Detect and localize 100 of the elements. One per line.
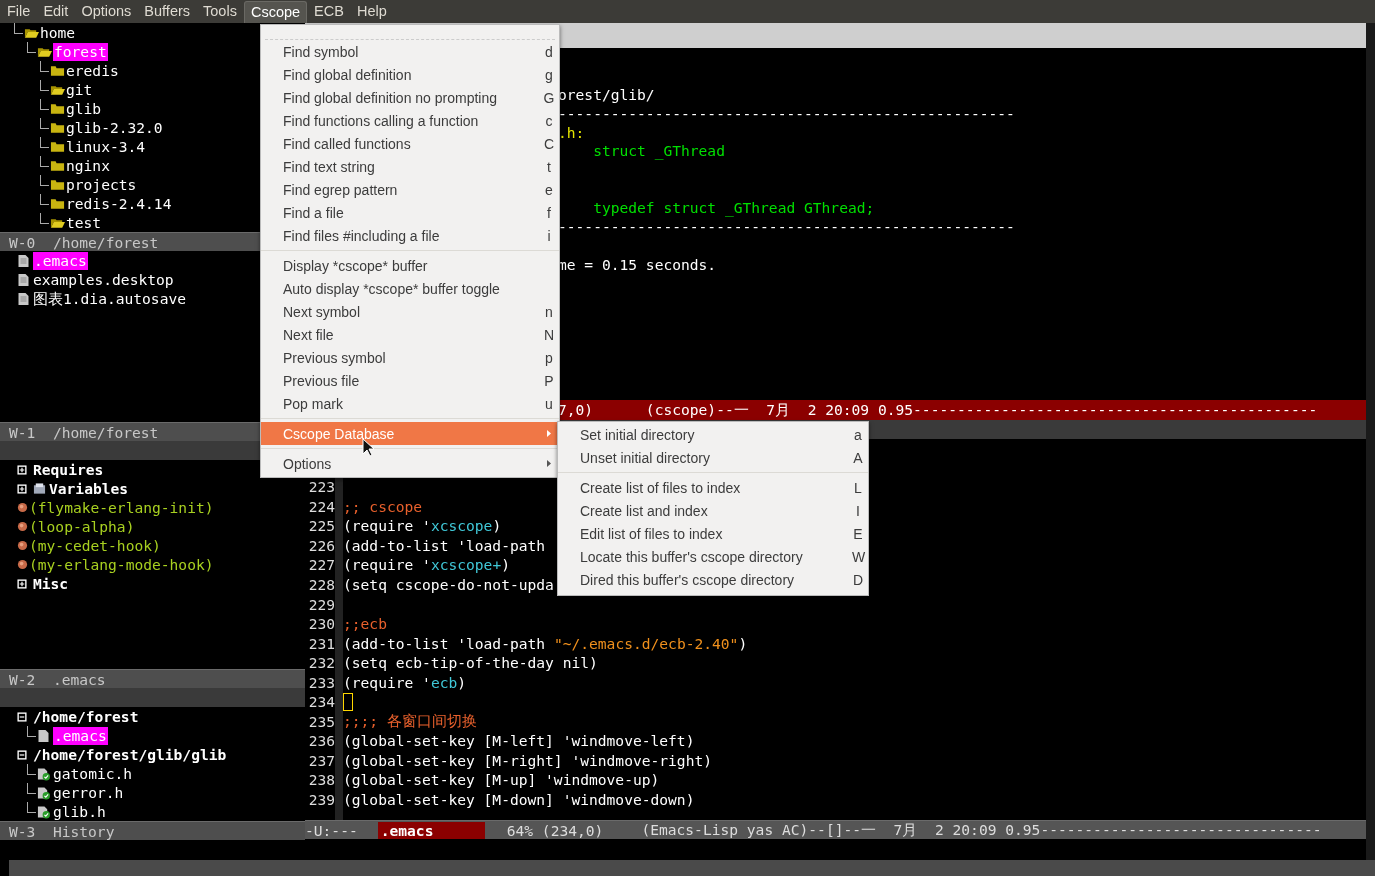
- menu-item[interactable]: Pop mark u: [261, 392, 559, 415]
- folder-name[interactable]: redis-2.4.14: [66, 194, 172, 213]
- method-name[interactable]: Variables: [49, 479, 129, 498]
- code-text: ;; cscope: [343, 497, 423, 515]
- history-entry[interactable]: /home/forest: [33, 707, 139, 726]
- code-text: (setq cscope-do-not-upda: [343, 576, 554, 593]
- code-text: (add-to-list 'load-path: [343, 536, 546, 554]
- folder-name[interactable]: glib-2.32.0: [66, 118, 163, 137]
- line-number: 239: [307, 791, 335, 808]
- menu-item[interactable]: Find a file f: [261, 201, 559, 224]
- folder-name[interactable]: linux-3.4: [66, 137, 146, 156]
- expand-icon[interactable]: [17, 578, 27, 589]
- code-text: (global-set-key [M-up] 'windmove-up): [343, 771, 660, 789]
- menu-item[interactable]: Previous symbol p: [261, 346, 559, 369]
- folder-name[interactable]: home: [40, 23, 76, 42]
- method-name[interactable]: Requires: [33, 460, 104, 479]
- code-text: xcscope: [430, 517, 493, 535]
- folder-icon: [50, 64, 65, 77]
- method-name[interactable]: (flymake-erlang-init): [29, 498, 214, 517]
- menu-item[interactable]: Next file N: [261, 323, 559, 346]
- mode-line-text: 7,0) (cscope)--一 7月 2 20:09 0.95----------------------------------------------: [558, 400, 1318, 420]
- code-text: ecb: [430, 673, 458, 691]
- menu-item[interactable]: Create list and index I: [558, 499, 868, 522]
- line-number: 225: [307, 517, 335, 535]
- file-icon: [17, 253, 30, 268]
- code-text: "~/.emacs.d/ecb-2.40": [553, 634, 739, 652]
- mode-line-text: W-3 History: [9, 822, 115, 840]
- method-bullet-icon: [17, 502, 28, 513]
- code-text: typedef struct _GThread GThread;: [592, 199, 875, 217]
- menu-bar-item[interactable]: Options: [75, 1, 138, 22]
- code-text: (global-set-key [M-down] 'windmove-down): [343, 791, 695, 808]
- menu-item[interactable]: Find global definition g: [261, 63, 559, 86]
- menu-bar-item[interactable]: Tools: [197, 1, 243, 22]
- menu-item[interactable]: Find called functions C: [261, 132, 559, 155]
- menu-item[interactable]: Find global definition no prompting G: [261, 86, 559, 109]
- menu-item[interactable]: Create list of files to index L: [558, 476, 868, 499]
- menu-item[interactable]: Find text string t: [261, 155, 559, 178]
- code-text: ;;ecb: [343, 615, 387, 633]
- menu-bar-item[interactable]: Edit: [37, 1, 75, 22]
- menu-bar-item[interactable]: ECB: [308, 1, 350, 22]
- expand-icon[interactable]: [17, 464, 27, 475]
- mode-line-text: W-1 /home/forest: [9, 423, 159, 441]
- menu-bar-item[interactable]: File: [1, 1, 37, 22]
- folder-name[interactable]: git: [66, 80, 93, 99]
- menu-item[interactable]: Find files #including a file i: [261, 224, 559, 247]
- line-number: 238: [307, 771, 335, 789]
- code-text: (require ': [343, 556, 431, 574]
- file-name[interactable]: 图表1.dia.autosave: [33, 289, 186, 308]
- folder-name[interactable]: projects: [66, 175, 137, 194]
- menu-item[interactable]: Options: [261, 452, 559, 475]
- menu-item[interactable]: Previous file P: [261, 369, 559, 392]
- history-entry[interactable]: gerror.h: [53, 783, 124, 802]
- open-folder-icon: [50, 216, 65, 229]
- file-icon: [37, 728, 50, 743]
- history-entry[interactable]: glib.h: [53, 802, 106, 821]
- file-check-icon: [37, 766, 50, 781]
- file-icon: [17, 291, 30, 306]
- folder-name[interactable]: nginx: [66, 156, 110, 175]
- mouse-pointer-icon: [362, 438, 374, 457]
- line-number: 223: [307, 478, 335, 496]
- menu-item[interactable]: Dired this buffer's cscope directory D: [558, 568, 868, 591]
- menu-item[interactable]: Find functions calling a function c: [261, 109, 559, 132]
- menu-item[interactable]: Display *cscope* buffer: [261, 254, 559, 277]
- menu-bar-item[interactable]: Help: [350, 1, 393, 22]
- mode-line-text: W-2 .emacs: [9, 670, 106, 688]
- code-text: (global-set-key [M-left] 'windmove-left): [343, 732, 695, 750]
- menu-item[interactable]: Set initial directory a: [558, 423, 868, 446]
- code-text: ----------------------------------------------------: [558, 218, 1015, 235]
- folder-icon: [50, 159, 65, 172]
- method-name[interactable]: (my-erlang-mode-hook): [29, 555, 214, 574]
- folder-icon: [50, 140, 65, 153]
- folder-name[interactable]: test: [66, 213, 102, 232]
- method-name[interactable]: (loop-alpha): [29, 517, 135, 536]
- method-bullet-icon: [17, 559, 28, 570]
- history-entry[interactable]: /home/forest/glib/glib: [33, 745, 227, 764]
- menu-bar-item[interactable]: Cscope: [243, 0, 308, 23]
- buffer-name: .emacs: [377, 821, 485, 839]
- folder-name[interactable]: eredis: [66, 61, 119, 80]
- code-text: orest/glib/: [558, 85, 655, 103]
- code-text: .h:: [558, 123, 585, 141]
- collapse-icon[interactable]: [17, 749, 27, 760]
- method-name[interactable]: Misc: [33, 574, 69, 593]
- menu-item[interactable]: Find egrep pattern e: [261, 178, 559, 201]
- file-check-icon: [37, 785, 50, 800]
- menu-item[interactable]: Find symbol d: [261, 40, 559, 63]
- menu-item[interactable]: Edit list of files to index E: [558, 522, 868, 545]
- collapse-icon[interactable]: [17, 711, 27, 722]
- menu-item[interactable]: Next symbol n: [261, 300, 559, 323]
- menu-item[interactable]: Auto display *cscope* buffer toggle: [261, 277, 559, 300]
- method-name[interactable]: (my-cedet-hook): [29, 536, 161, 555]
- expand-icon[interactable]: [17, 483, 27, 494]
- line-number: 227: [307, 556, 335, 574]
- file-check-icon: [37, 804, 50, 819]
- history-entry[interactable]: gatomic.h: [53, 764, 133, 783]
- submenu-arrow-icon: [547, 460, 551, 467]
- menu-item[interactable]: Locate this buffer's cscope directory W: [558, 545, 868, 568]
- file-name[interactable]: examples.desktop: [33, 270, 174, 289]
- menu-item[interactable]: Unset initial directory A: [558, 446, 868, 469]
- menu-bar-item[interactable]: Buffers: [138, 1, 197, 22]
- folder-name[interactable]: glib: [66, 99, 102, 118]
